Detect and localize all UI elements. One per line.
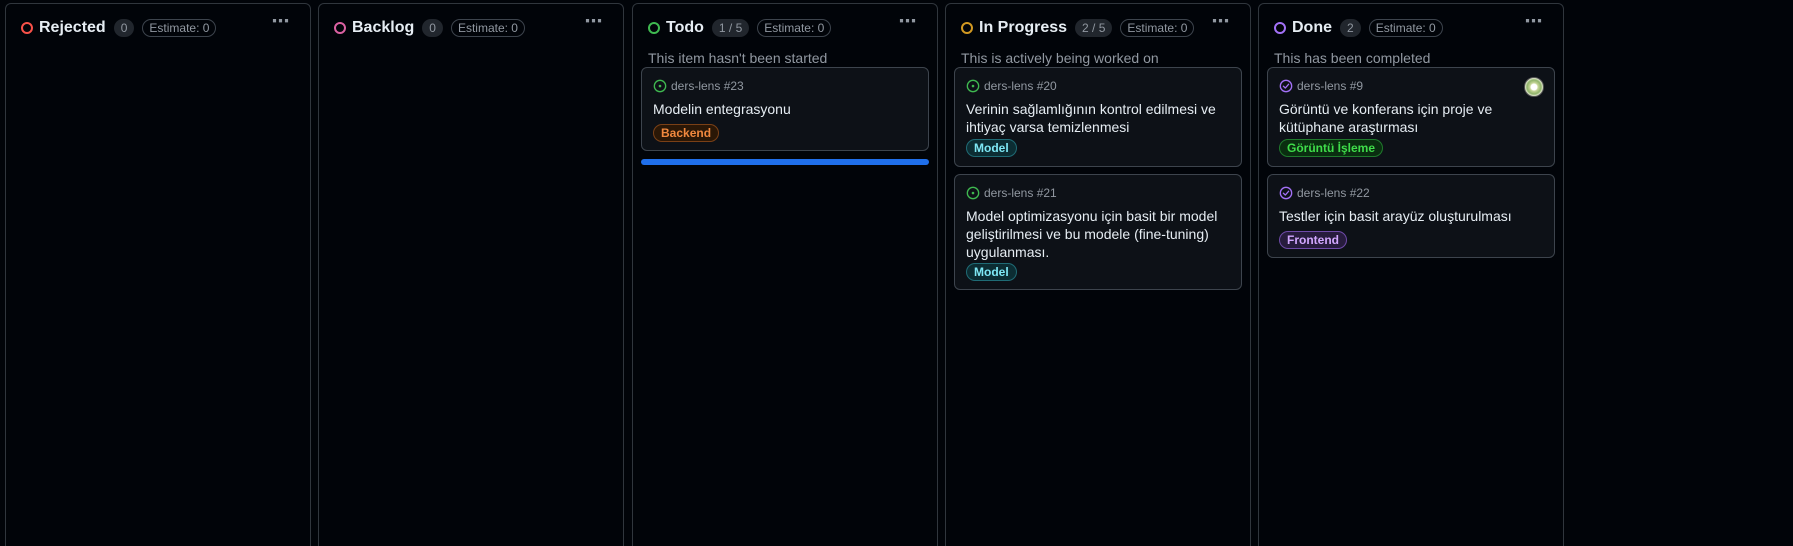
issue-reference[interactable]: ders-lens #21	[984, 186, 1057, 200]
more-options-icon[interactable]: ⋯	[896, 12, 920, 36]
pink-circle-icon	[334, 22, 346, 34]
issue-title[interactable]: Görüntü ve konferans için proje ve kütüp…	[1279, 100, 1540, 136]
column-title: Rejected	[39, 19, 106, 36]
column-header: Todo 1 / 5 Estimate: 0 ⋯	[648, 12, 922, 39]
column-title: Backlog	[352, 19, 415, 36]
issue-title[interactable]: Verinin sağlamlığının kontrol edilmesi v…	[966, 100, 1227, 136]
green-circle-icon	[648, 22, 660, 34]
label-frontend[interactable]: Frontend	[1279, 231, 1347, 249]
item-count-badge: 2	[1340, 19, 1361, 37]
purple-circle-icon	[1274, 22, 1286, 34]
column-header: In Progress 2 / 5 Estimate: 0 ⋯	[961, 12, 1235, 39]
issue-title[interactable]: Modelin entegrasyonu	[653, 100, 914, 118]
column-description: This is actively being worked on	[961, 50, 1159, 66]
issue-card[interactable]: ders-lens #21 Model optimizasyonu için b…	[954, 174, 1242, 290]
issue-reference[interactable]: ders-lens #22	[1297, 186, 1370, 200]
estimate-badge: Estimate: 0	[757, 19, 832, 37]
issue-card[interactable]: ders-lens #9 Görüntü ve konferans için p…	[1267, 67, 1555, 167]
estimate-badge: Estimate: 0	[142, 19, 217, 37]
issue-open-icon	[966, 79, 980, 93]
issue-card[interactable]: ders-lens #22 Testler için basit arayüz …	[1267, 174, 1555, 258]
more-options-icon[interactable]: ⋯	[582, 12, 606, 36]
estimate-badge: Estimate: 0	[1120, 19, 1195, 37]
column-header: Backlog 0 Estimate: 0 ⋯	[334, 12, 608, 39]
estimate-badge: Estimate: 0	[1368, 19, 1443, 37]
label-model[interactable]: Model	[966, 139, 1017, 157]
item-count-badge: 0	[113, 19, 135, 37]
card-meta: ders-lens #20	[966, 79, 1057, 93]
issue-closed-icon	[1279, 79, 1293, 93]
issue-reference[interactable]: ders-lens #9	[1297, 79, 1363, 93]
issue-reference[interactable]: ders-lens #20	[984, 79, 1057, 93]
issue-card[interactable]: ders-lens #23 Modelin entegrasyonu Backe…	[641, 67, 929, 151]
issue-card[interactable]: ders-lens #20 Verinin sağlamlığının kont…	[954, 67, 1242, 167]
column-done: Done 2 Estimate: 0 ⋯ This has been compl…	[1258, 3, 1564, 546]
more-options-icon[interactable]: ⋯	[1209, 12, 1233, 36]
project-board: Rejected 0 Estimate: 0 ⋯ Backlog 0 Estim…	[0, 0, 1793, 546]
issue-title[interactable]: Model optimizasyonu için basit bir model…	[966, 207, 1227, 261]
issue-open-icon	[966, 186, 980, 200]
column-in-progress: In Progress 2 / 5 Estimate: 0 ⋯ This is …	[945, 3, 1251, 546]
label-backend[interactable]: Backend	[653, 124, 720, 142]
card-meta: ders-lens #9	[1279, 79, 1363, 93]
item-count-badge: 1 / 5	[711, 19, 750, 37]
assignee-avatar[interactable]	[1524, 77, 1544, 97]
column-header: Rejected 0 Estimate: 0 ⋯	[21, 12, 295, 39]
item-count-badge: 2 / 5	[1075, 19, 1113, 37]
column-title: Done	[1292, 19, 1332, 36]
column-description: This has been completed	[1274, 50, 1431, 66]
card-meta: ders-lens #21	[966, 186, 1057, 200]
issue-closed-icon	[1279, 186, 1293, 200]
column-title: Todo	[666, 19, 704, 36]
card-meta: ders-lens #23	[653, 79, 744, 93]
issue-title[interactable]: Testler için basit arayüz oluşturulması	[1279, 207, 1540, 225]
column-rejected: Rejected 0 Estimate: 0 ⋯	[5, 3, 311, 546]
column-header: Done 2 Estimate: 0 ⋯	[1274, 12, 1548, 39]
column-description: This item hasn't been started	[648, 50, 828, 66]
drop-indicator	[641, 159, 929, 165]
column-title: In Progress	[979, 19, 1068, 36]
more-options-icon[interactable]: ⋯	[1522, 12, 1546, 36]
label-goruntu-isleme[interactable]: Görüntü İşleme	[1279, 139, 1384, 157]
column-backlog: Backlog 0 Estimate: 0 ⋯	[318, 3, 624, 546]
orange-circle-icon	[961, 22, 973, 34]
issue-reference[interactable]: ders-lens #23	[671, 79, 744, 93]
estimate-badge: Estimate: 0	[450, 19, 525, 37]
item-count-badge: 0	[422, 19, 443, 37]
issue-open-icon	[653, 79, 667, 93]
label-model[interactable]: Model	[966, 263, 1017, 281]
column-todo: Todo 1 / 5 Estimate: 0 ⋯ This item hasn'…	[632, 3, 938, 546]
card-meta: ders-lens #22	[1279, 186, 1370, 200]
more-options-icon[interactable]: ⋯	[269, 12, 293, 36]
red-circle-icon	[21, 22, 33, 34]
